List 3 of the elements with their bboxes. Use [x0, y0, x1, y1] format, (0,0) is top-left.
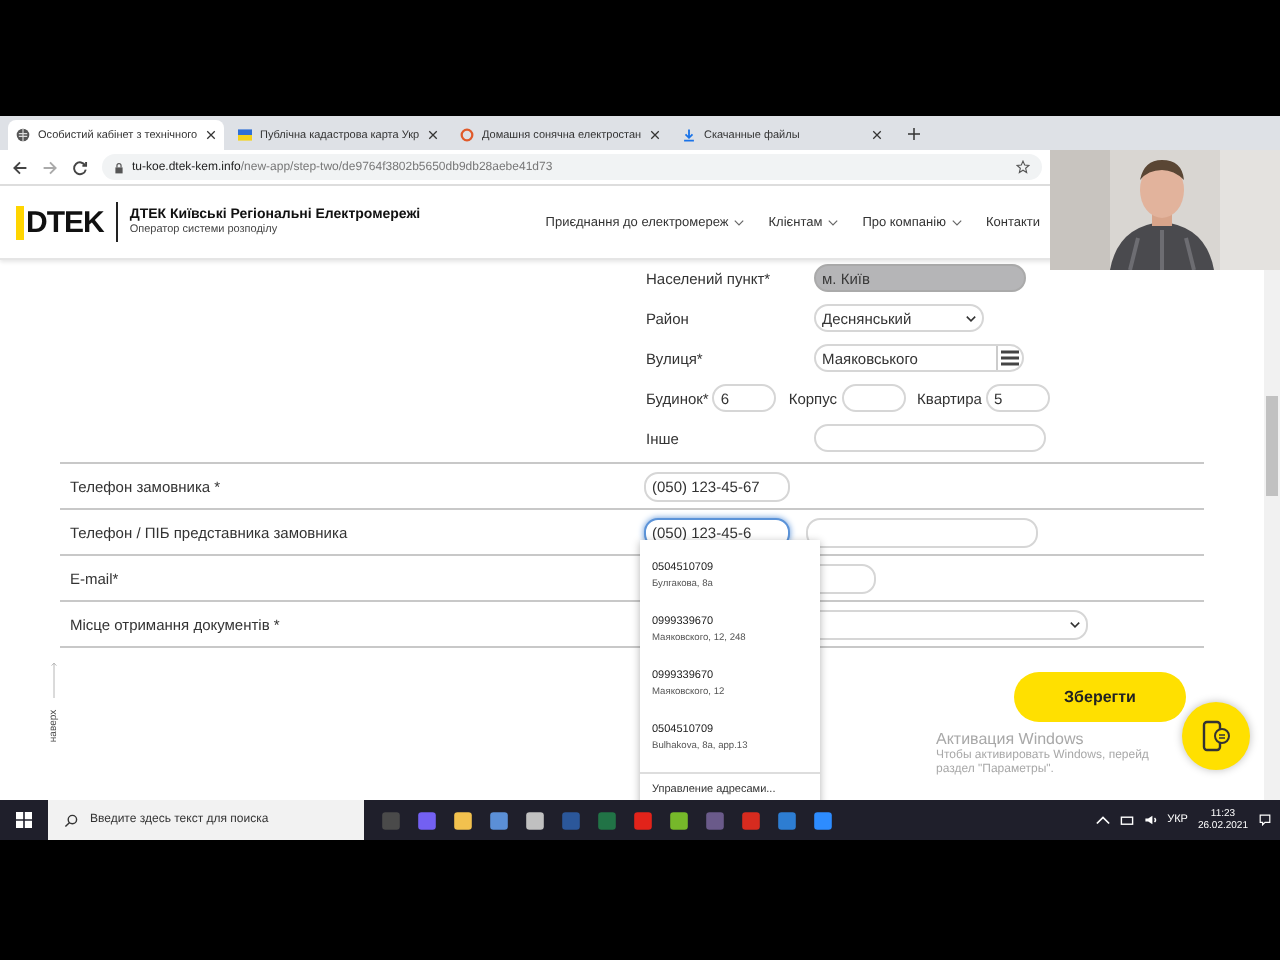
save-button[interactable]: Зберегти	[1014, 672, 1186, 722]
activation-title: Активация Windows	[936, 730, 1086, 748]
logo[interactable]: DTEK	[16, 205, 104, 239]
